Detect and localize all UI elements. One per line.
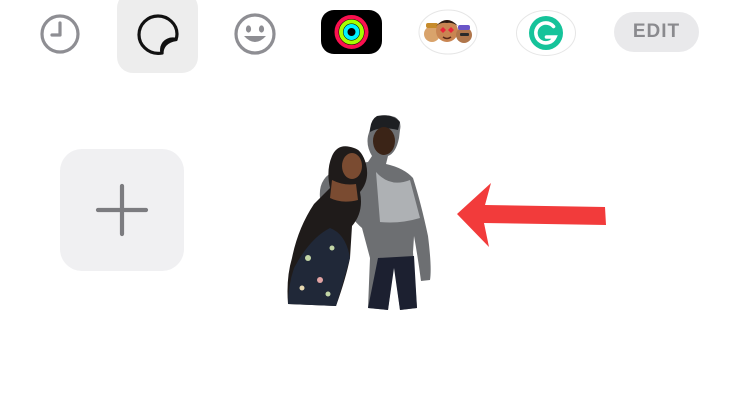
tab-grammarly[interactable] [516,10,576,56]
edit-button[interactable]: EDIT [614,12,699,52]
grammarly-icon [516,10,576,56]
tab-emoji[interactable] [232,12,278,56]
smiley-icon [234,13,276,55]
clock-icon [40,14,80,54]
tab-recents[interactable] [38,12,82,56]
add-sticker-button[interactable] [60,149,184,271]
sticker-peel-icon [137,14,179,55]
tab-memoji[interactable] [418,8,478,56]
app-drawer-tabbar: EDIT [0,0,730,80]
memoji-icon [418,9,478,55]
tab-activity[interactable] [321,10,382,54]
activity-rings-icon [321,10,382,54]
couple-photo-sticker[interactable] [280,108,440,313]
red-arrow-left-icon [457,183,606,247]
tab-stickers[interactable] [134,11,182,57]
plus-icon [95,183,149,237]
